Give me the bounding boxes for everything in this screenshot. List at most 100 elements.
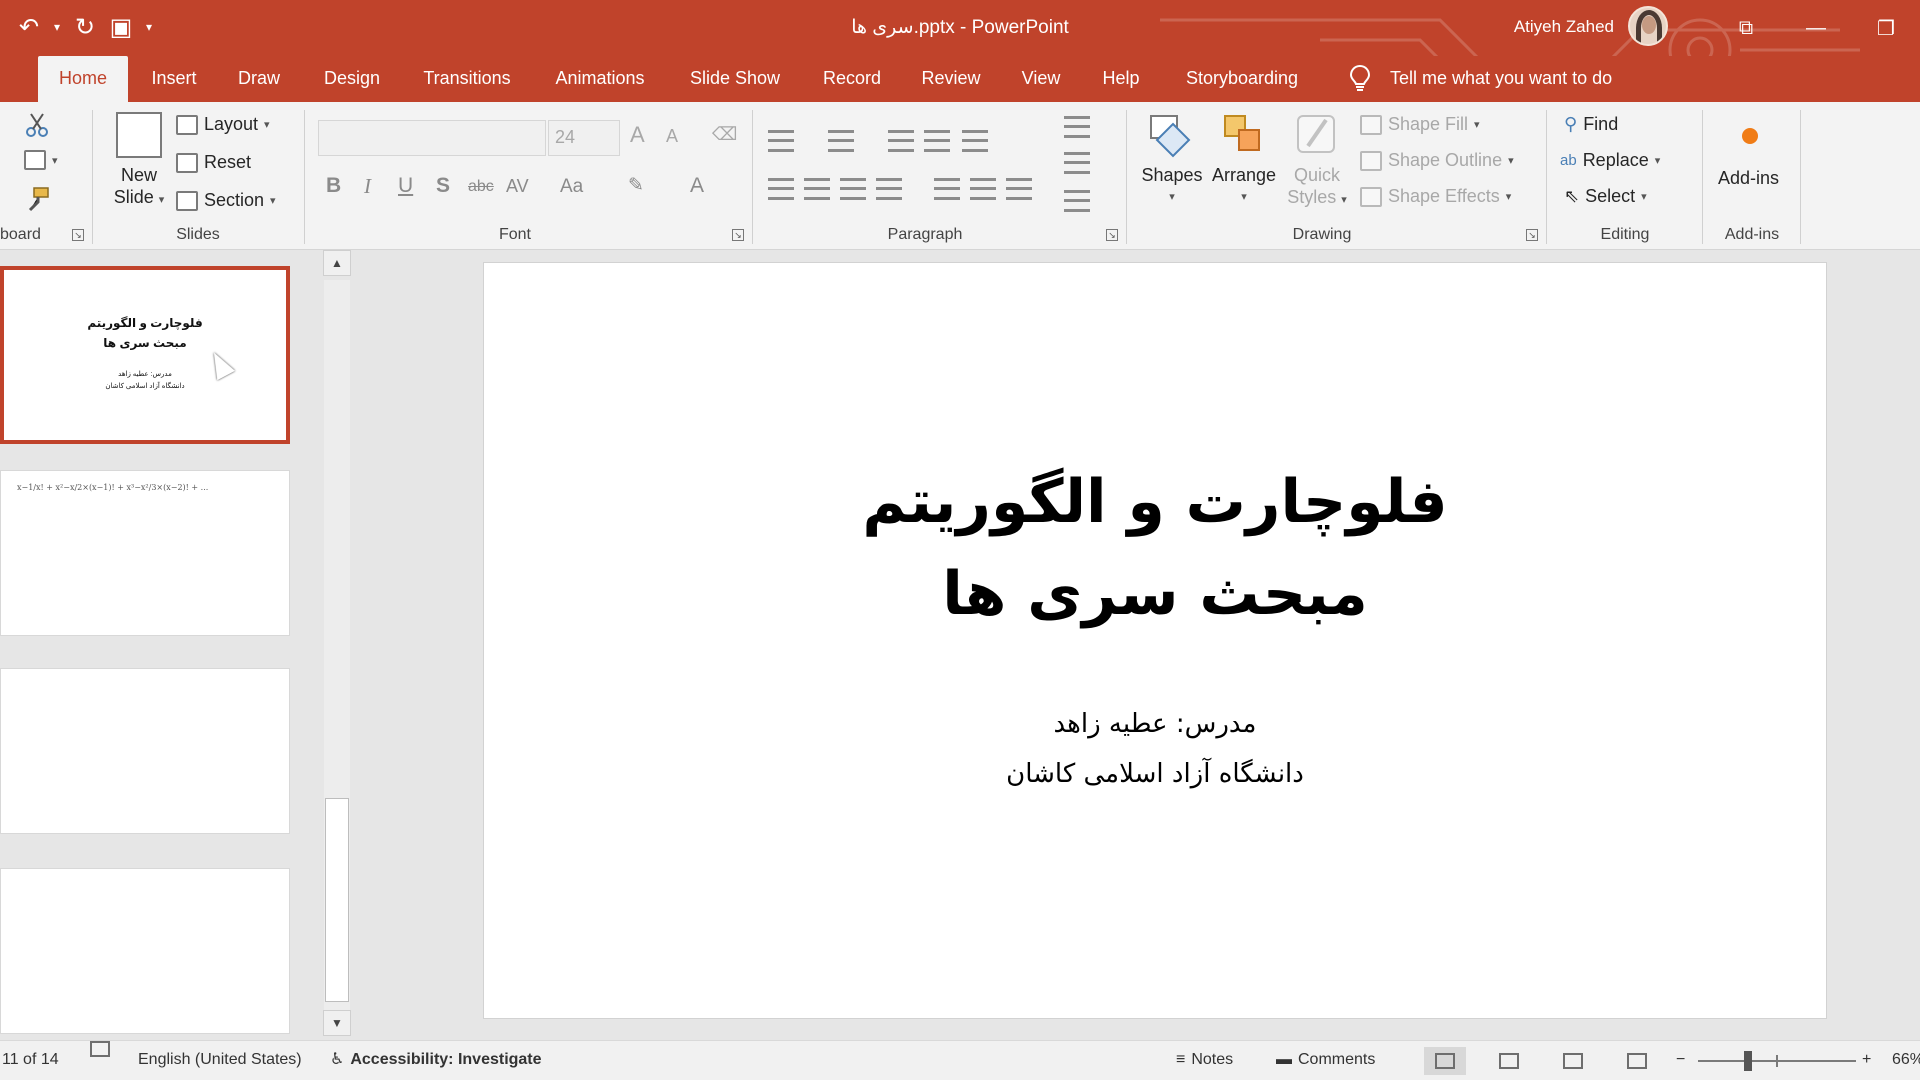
shape-effects-button[interactable]: Shape Effects ▾ — [1360, 186, 1511, 207]
clear-formatting-icon[interactable]: ⌫ — [712, 124, 737, 145]
zoom-out-icon[interactable]: − — [1676, 1041, 1685, 1079]
comments-button[interactable]: ▬ Comments — [1276, 1041, 1375, 1079]
slide-thumbnail-2[interactable]: x−1/x! + x²−x/2×(x−1)! + x³−x²/3×(x−2)! … — [0, 470, 290, 636]
tab-design[interactable]: Design — [312, 56, 392, 102]
format-painter-icon[interactable] — [24, 186, 50, 212]
character-spacing-icon[interactable]: AV — [506, 176, 529, 197]
avatar[interactable] — [1628, 6, 1668, 46]
tab-storyboarding[interactable]: Storyboarding — [1170, 56, 1314, 102]
slide-canvas[interactable]: فلوچارت و الگوریتم مبحث سری ها مدرس: عطی… — [483, 262, 1827, 1019]
rtl-direction-icon[interactable] — [970, 178, 996, 200]
tab-insert[interactable]: Insert — [138, 56, 210, 102]
tab-review[interactable]: Review — [910, 56, 992, 102]
font-name-combobox[interactable] — [318, 120, 546, 156]
bullets-icon[interactable] — [768, 130, 794, 152]
slide-thumbnail-4[interactable] — [0, 868, 290, 1034]
scroll-thumb[interactable] — [325, 798, 349, 1002]
decrease-font-size-icon[interactable]: A — [666, 126, 678, 147]
justify-icon[interactable] — [876, 178, 902, 200]
cut-icon[interactable] — [24, 112, 50, 138]
slide-subtitle-line2[interactable]: دانشگاه آزاد اسلامی کاشان — [484, 759, 1826, 789]
tab-record[interactable]: Record — [812, 56, 892, 102]
drawing-launcher-icon[interactable]: ↘ — [1526, 229, 1538, 241]
select-button[interactable]: ⇖ Select ▾ — [1564, 186, 1647, 207]
accessibility-button[interactable]: ♿ Accessibility: Investigate — [330, 1041, 542, 1079]
zoom-in-icon[interactable]: + — [1862, 1041, 1871, 1079]
slide-title-line1[interactable]: فلوچارت و الگوریتم — [484, 467, 1826, 537]
zoom-slider-knob[interactable] — [1744, 1051, 1752, 1071]
copy-dropdown-icon: ▾ — [52, 154, 58, 167]
tell-me-search[interactable]: Tell me what you want to do — [1390, 56, 1612, 100]
highlight-color-icon[interactable]: ✎ — [628, 174, 644, 197]
shapes-button[interactable]: Shapes ▾ — [1138, 112, 1206, 208]
slide-counter[interactable]: 11 of 14 — [2, 1041, 59, 1079]
change-case-icon[interactable]: Aa — [560, 176, 583, 198]
normal-view-button[interactable] — [1424, 1047, 1466, 1075]
add-ins-icon[interactable] — [1742, 128, 1758, 144]
tab-view[interactable]: View — [1010, 56, 1072, 102]
tab-file-partial[interactable] — [0, 56, 6, 102]
tab-home[interactable]: Home — [38, 56, 128, 102]
reset-button[interactable]: Reset — [176, 152, 251, 173]
slide-thumbnail-1[interactable]: فلوچارت و الگوریتم مبحث سری ها مدرس: عطی… — [0, 266, 290, 444]
scroll-up-icon[interactable]: ▲ — [323, 250, 351, 276]
thumbnails-scrollbar[interactable]: ▲ ▼ — [323, 250, 351, 1040]
clipboard-launcher-icon[interactable]: ↘ — [72, 229, 84, 241]
reading-view-button[interactable] — [1552, 1047, 1594, 1075]
add-ins-button[interactable]: Add-ins — [1718, 168, 1779, 189]
scroll-down-icon[interactable]: ▼ — [323, 1010, 351, 1036]
slide-subtitle-line1[interactable]: مدرس: عطیه زاهد — [484, 709, 1826, 739]
align-right-icon[interactable] — [840, 178, 866, 200]
numbering-icon[interactable] — [828, 130, 854, 152]
restore-button[interactable]: ❐ — [1862, 10, 1910, 46]
spell-check-icon[interactable] — [90, 1041, 110, 1057]
increase-indent-icon[interactable] — [924, 130, 950, 152]
bold-icon[interactable]: B — [326, 174, 341, 198]
layout-button[interactable]: Layout ▾ — [176, 114, 270, 135]
increase-font-size-icon[interactable]: A — [630, 122, 645, 148]
underline-icon[interactable]: U — [398, 174, 413, 198]
paragraph-launcher-icon[interactable]: ↘ — [1106, 229, 1118, 241]
zoom-percentage[interactable]: 66% — [1892, 1041, 1920, 1079]
decrease-indent-icon[interactable] — [888, 130, 914, 152]
new-slide-button[interactable]: New Slide ▾ — [106, 112, 172, 211]
slide-show-view-button[interactable] — [1616, 1047, 1658, 1075]
align-left-icon[interactable] — [768, 178, 794, 200]
section-button[interactable]: Section ▾ — [176, 190, 276, 211]
replace-button[interactable]: ab Replace ▾ — [1560, 150, 1660, 171]
notes-button[interactable]: ≡ Notes — [1176, 1041, 1233, 1079]
find-button[interactable]: ⚲ Find — [1564, 114, 1618, 135]
strikethrough-icon[interactable]: abc — [468, 178, 494, 196]
tab-draw[interactable]: Draw — [226, 56, 292, 102]
tab-slide-show[interactable]: Slide Show — [678, 56, 792, 102]
tab-help[interactable]: Help — [1090, 56, 1152, 102]
line-spacing-icon[interactable] — [962, 130, 988, 152]
convert-to-smartart-icon[interactable] — [1064, 190, 1090, 212]
slide-thumbnail-3[interactable] — [0, 668, 290, 834]
align-center-icon[interactable] — [804, 178, 830, 200]
language-indicator[interactable]: English (United States) — [138, 1041, 302, 1079]
ltr-direction-icon[interactable] — [934, 178, 960, 200]
arrange-button[interactable]: Arrange ▾ — [1206, 112, 1282, 208]
font-launcher-icon[interactable]: ↘ — [732, 229, 744, 241]
shape-fill-button[interactable]: Shape Fill ▾ — [1360, 114, 1480, 135]
tab-transitions[interactable]: Transitions — [412, 56, 522, 102]
shape-outline-button[interactable]: Shape Outline ▾ — [1360, 150, 1514, 171]
font-color-icon[interactable]: A — [690, 174, 704, 198]
italic-icon[interactable]: I — [364, 174, 371, 199]
align-text-icon[interactable] — [1064, 152, 1090, 174]
columns-icon[interactable] — [1006, 178, 1032, 200]
text-direction-icon[interactable] — [1064, 116, 1090, 138]
tab-animations[interactable]: Animations — [542, 56, 658, 102]
thumb-subtitle-line2: دانشگاه آزاد اسلامی کاشان — [105, 383, 185, 390]
user-name[interactable]: Atiyeh Zahed — [1514, 17, 1614, 37]
quick-styles-button[interactable]: Quick Styles ▾ — [1284, 112, 1350, 211]
ribbon-display-options-button[interactable]: ⧉ — [1722, 10, 1770, 46]
minimize-button[interactable]: — — [1792, 10, 1840, 46]
slide-sorter-view-button[interactable] — [1488, 1047, 1530, 1075]
text-shadow-icon[interactable]: S — [436, 174, 450, 198]
slide-title-line2[interactable]: مبحث سری ها — [484, 559, 1826, 629]
font-size-combobox[interactable]: 24 — [548, 120, 620, 156]
lightbulb-icon[interactable] — [1348, 64, 1372, 92]
copy-button[interactable]: ▾ — [24, 150, 58, 170]
